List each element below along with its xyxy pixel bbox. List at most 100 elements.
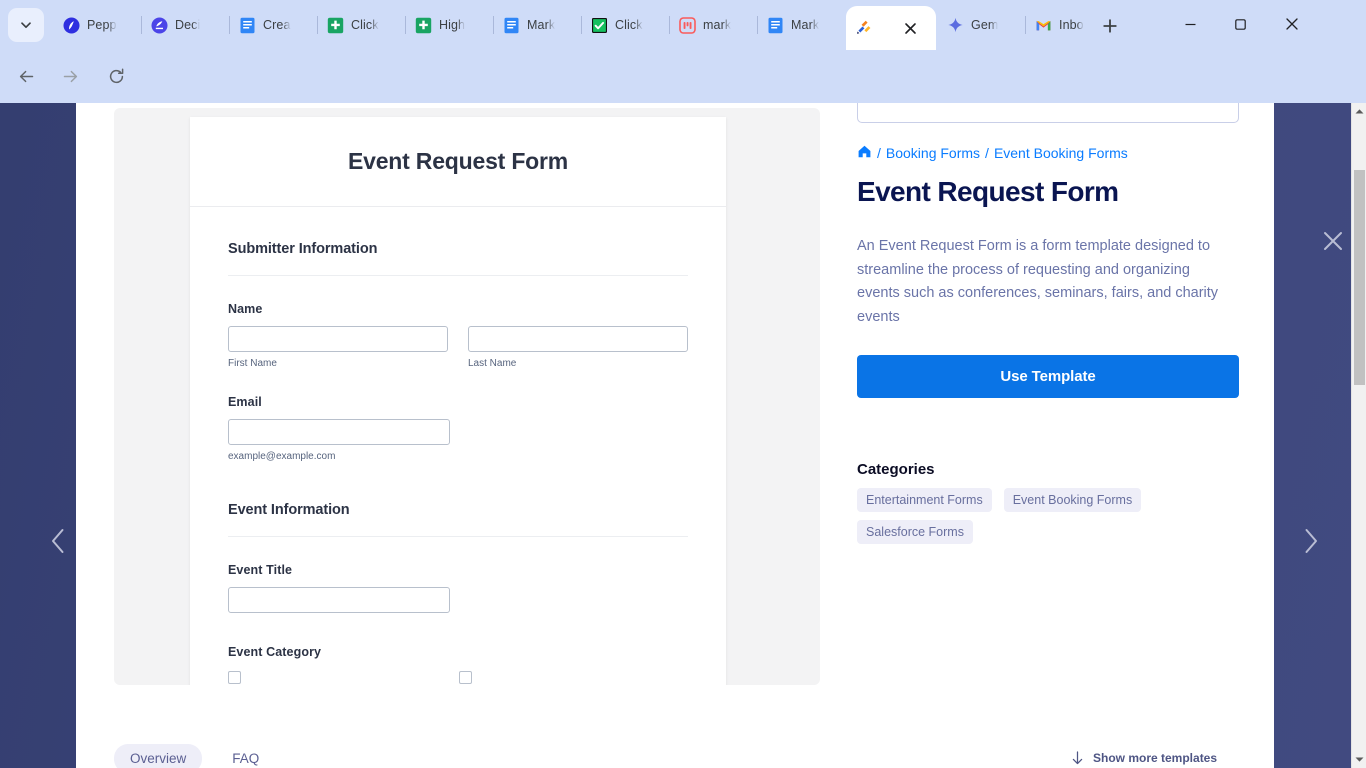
show-more-templates-button[interactable]: Show more templates [1071, 751, 1217, 765]
form-preview-pane: Event Request Form Submitter Information… [114, 108, 820, 685]
detail-tabs: Overview FAQ [114, 744, 275, 768]
page-viewport: Event Request Form Submitter Information… [0, 103, 1351, 768]
browser-tab-title: Gem [971, 18, 999, 32]
new-tab-button[interactable] [1096, 13, 1124, 39]
browser-tab[interactable]: Click [318, 5, 404, 45]
browser-tab[interactable]: Gem [938, 5, 1024, 45]
email-input[interactable] [228, 419, 450, 445]
browser-tab-title: Pepp [87, 18, 117, 32]
decide-icon [151, 17, 168, 34]
show-more-templates-label: Show more templates [1093, 751, 1218, 765]
event-category-checkbox-1[interactable] [228, 671, 241, 684]
next-template-button[interactable] [1297, 526, 1323, 556]
form-preview-scroll-area[interactable]: Event Request Form Submitter Information… [114, 108, 820, 685]
category-chip[interactable]: Entertainment Forms [857, 488, 992, 512]
template-description: An Event Request Form is a form template… [857, 238, 1219, 325]
page-scrollbar[interactable] [1351, 103, 1366, 768]
browser-tab[interactable]: Pepp [54, 5, 140, 45]
arrow-left-icon [19, 70, 34, 83]
tab-close-button[interactable] [901, 19, 919, 37]
categories-heading: Categories [857, 461, 935, 478]
home-icon[interactable] [857, 144, 872, 162]
google-docs-icon [503, 17, 520, 34]
breadcrumb: / Booking Forms / Event Booking Forms [857, 144, 1128, 162]
previous-template-button[interactable] [45, 526, 71, 556]
section-divider [228, 275, 688, 276]
browser-tab[interactable]: High [406, 5, 492, 45]
field-first-name: First Name [228, 316, 448, 369]
breadcrumb-item-event-booking-forms[interactable]: Event Booking Forms [994, 145, 1128, 161]
browser-chrome: Pepp Deci Crea Click High Mark Click mark Mark Ge… [0, 0, 1366, 146]
forward-button[interactable] [54, 60, 87, 93]
browser-tab[interactable]: Deci [142, 5, 228, 45]
browser-tab-title: Click [351, 18, 379, 32]
checkbox-green-icon [591, 17, 608, 34]
chevron-down-icon [21, 22, 31, 29]
page-title: Event Request Form [857, 176, 1119, 207]
browser-tab-title: mark [703, 18, 732, 32]
breadcrumb-item-booking-forms[interactable]: Booking Forms [886, 145, 980, 161]
page-scrollbar-thumb[interactable] [1354, 170, 1365, 385]
maximize-icon [1234, 18, 1246, 30]
google-docs-icon [767, 17, 784, 34]
field-label-name: Name [228, 302, 263, 316]
browser-tab-title: High [439, 18, 466, 32]
pepper-icon [63, 17, 80, 34]
last-name-input[interactable] [468, 326, 688, 352]
clickup-icon [415, 17, 432, 34]
tab-strip: Pepp Deci Crea Click High Mark Click mark Mark Ge… [0, 0, 1366, 50]
tab-overview[interactable]: Overview [114, 744, 203, 768]
clickup-icon [327, 17, 344, 34]
form-card: Event Request Form Submitter Information… [190, 117, 726, 685]
window-close-button[interactable] [1270, 9, 1314, 39]
section-title-submitter: Submitter Information [228, 241, 378, 257]
reload-icon [109, 68, 124, 84]
page-scroll-up-button[interactable] [1352, 103, 1366, 120]
first-name-input[interactable] [228, 326, 448, 352]
field-event-title: Event Title [228, 563, 688, 613]
form-title: Event Request Form [347, 148, 569, 174]
browser-tab-title: Click [615, 18, 643, 32]
modal-close-button[interactable] [1318, 226, 1348, 256]
browser-tab-title: Inbo [1059, 18, 1084, 32]
browser-tab[interactable]: Mark [758, 5, 844, 45]
page-scroll-down-button[interactable] [1352, 751, 1366, 768]
template-search-input[interactable] [857, 103, 1239, 123]
form-header: Event Request Form [190, 117, 726, 207]
tab-faq[interactable]: FAQ [216, 744, 275, 768]
field-name: Name First Name Last Name [228, 302, 688, 369]
browser-toolbar: jotform.com/form-templates/event-request… [0, 50, 1366, 146]
use-template-button[interactable]: Use Template [857, 355, 1239, 398]
triangle-down-icon [1355, 757, 1364, 762]
reload-button[interactable] [100, 60, 133, 93]
field-label-email: Email [228, 395, 262, 409]
template-preview-modal: Event Request Form Submitter Information… [76, 103, 1274, 768]
plus-icon [1103, 19, 1117, 33]
browser-tab[interactable]: Click [582, 5, 668, 45]
browser-tab-active[interactable] [846, 6, 936, 50]
window-minimize-button[interactable] [1168, 9, 1212, 39]
field-label-event-category: Event Category [228, 645, 322, 659]
event-category-checkbox-2[interactable] [459, 671, 472, 684]
section-title-event: Event Information [228, 502, 350, 518]
form-body: Submitter Information Name First Name La… [190, 207, 726, 685]
event-title-input[interactable] [228, 587, 450, 613]
first-name-sublabel: First Name [228, 358, 277, 369]
browser-tab[interactable]: Mark [494, 5, 580, 45]
category-chip[interactable]: Salesforce Forms [857, 520, 973, 544]
close-icon [1286, 18, 1298, 30]
browser-tab[interactable]: mark [670, 5, 756, 45]
browser-tab-title: Mark [527, 18, 556, 32]
chevron-right-icon [1305, 529, 1317, 553]
triangle-up-icon [1355, 109, 1364, 114]
back-button[interactable] [10, 60, 43, 93]
tab-search-button[interactable] [8, 8, 44, 42]
last-name-sublabel: Last Name [468, 358, 517, 369]
window-maximize-button[interactable] [1218, 9, 1262, 39]
gemini-icon [947, 17, 964, 34]
browser-tab[interactable]: Crea [230, 5, 316, 45]
breadcrumb-separator-2: / [985, 145, 989, 161]
category-chip[interactable]: Event Booking Forms [1003, 488, 1142, 512]
close-icon [904, 22, 916, 34]
google-docs-icon [239, 17, 256, 34]
